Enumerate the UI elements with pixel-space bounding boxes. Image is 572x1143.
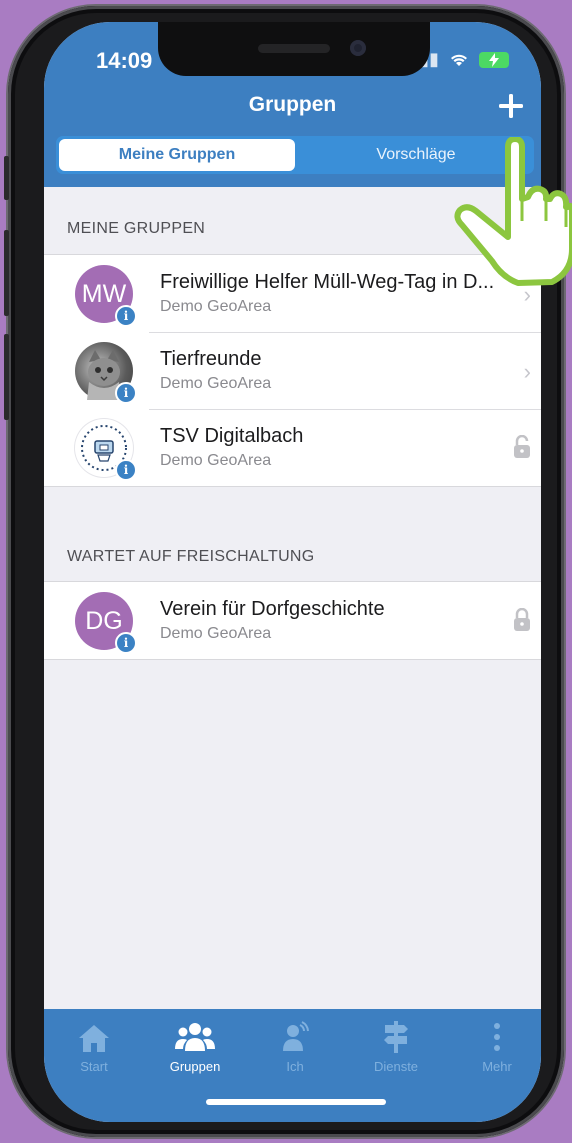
front-camera (350, 40, 366, 56)
speaker (258, 44, 330, 53)
info-icon: i (115, 305, 137, 327)
group-subtitle: Demo GeoArea (160, 375, 272, 392)
tab-label: Start (80, 1059, 108, 1074)
group-subtitle: Demo GeoArea (160, 625, 272, 642)
tab-ich[interactable]: Ich (255, 1019, 335, 1074)
group-list: MW i Freiwillige Helfer Müll-Weg-Tag in … (44, 254, 541, 487)
tab-label: Mehr (482, 1059, 512, 1074)
lock-icon (514, 435, 530, 458)
notch (158, 22, 430, 76)
list-item[interactable]: i TSV Digitalbach Demo GeoArea (44, 409, 541, 486)
lock-icon (514, 608, 530, 631)
tab-label: Dienste (373, 1059, 419, 1074)
section-header-wartet: WARTET AUF FREISCHALTUNG (67, 548, 315, 565)
info-icon: i (115, 632, 137, 654)
tab-mehr[interactable]: Mehr (457, 1019, 537, 1074)
tab-bar: Start Gruppen Ich Dienste Mehr (44, 1009, 541, 1122)
status-time: 14:09 (96, 48, 153, 73)
avatar-initials: MW (81, 279, 127, 308)
group-title: Tierfreunde (160, 348, 262, 370)
section-header-meine-gruppen: MEINE GRUPPEN (67, 220, 206, 237)
status-icons: ▮▮ (419, 49, 509, 70)
list-item[interactable]: i Tierfreunde Demo GeoArea › (44, 332, 541, 409)
group-title: Freiwillige Helfer Müll-Weg-Tag in D... (160, 271, 495, 293)
info-icon: i (115, 382, 137, 404)
list-item[interactable]: DG i Verein für Dorfgeschichte Demo GeoA… (44, 582, 541, 659)
tab-gruppen[interactable]: Gruppen (155, 1019, 235, 1074)
plus-icon[interactable] (495, 90, 527, 122)
pointing-hand-icon (454, 137, 572, 286)
home-indicator (206, 1099, 386, 1105)
volume-up-button (4, 230, 9, 316)
tab-dienste[interactable]: Dienste (356, 1019, 436, 1074)
tab-label: Gruppen (169, 1059, 221, 1074)
avatar-initials: DG (85, 606, 123, 635)
signpost-icon (384, 1021, 408, 1053)
tab-meine-gruppen[interactable]: Meine Gruppen (59, 139, 295, 171)
group-icon (175, 1023, 215, 1051)
info-icon: i (115, 459, 137, 481)
volume-down-button (4, 334, 9, 420)
page-title: Gruppen (248, 93, 337, 116)
more-icon (494, 1023, 500, 1051)
pending-group-list: DG i Verein für Dorfgeschichte Demo GeoA… (44, 581, 541, 660)
group-subtitle: Demo GeoArea (160, 452, 272, 469)
group-title: TSV Digitalbach (160, 425, 304, 447)
tab-label: Ich (286, 1059, 304, 1074)
home-icon (79, 1025, 109, 1052)
group-subtitle: Demo GeoArea (160, 298, 272, 315)
wifi-icon (451, 54, 467, 66)
person-icon (283, 1021, 309, 1051)
chevron-right-icon: › (523, 359, 531, 384)
battery-icon (479, 51, 509, 68)
group-title: Verein für Dorfgeschichte (160, 598, 385, 620)
tab-start[interactable]: Start (54, 1019, 134, 1074)
mute-switch (4, 156, 9, 200)
